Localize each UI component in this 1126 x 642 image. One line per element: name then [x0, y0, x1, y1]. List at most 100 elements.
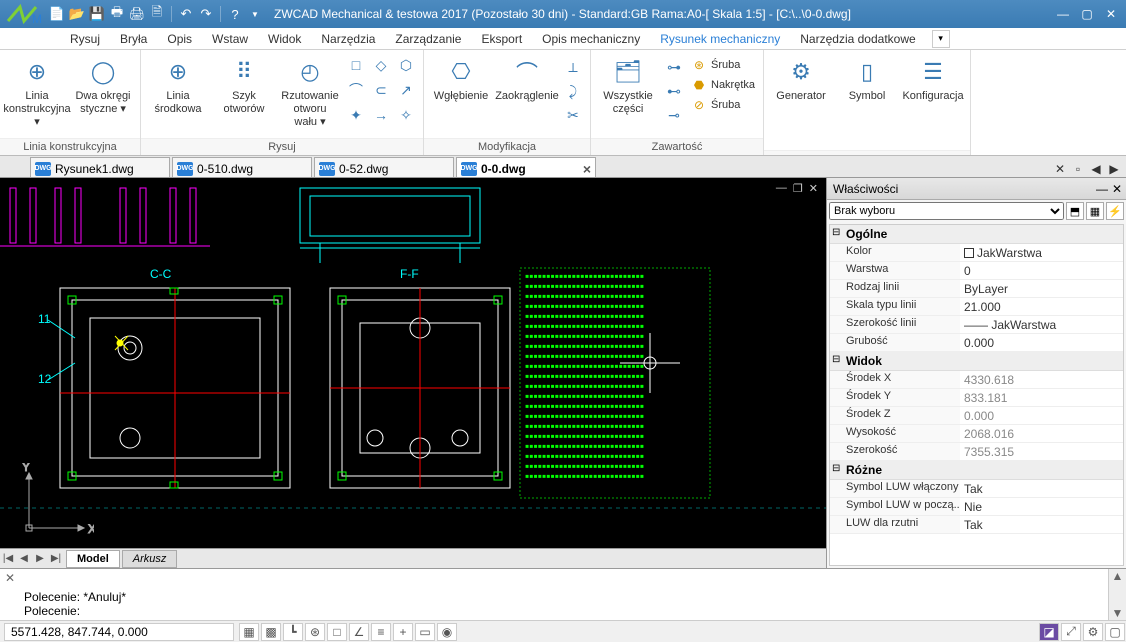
redo-icon[interactable]: ↷ [197, 5, 215, 23]
model-tab-last-icon[interactable]: ▶| [48, 551, 64, 567]
menu-narzędzia-dodatkowe[interactable]: Narzędzia dodatkowe [790, 29, 925, 49]
command-scrollbar[interactable]: ▲▼ [1108, 569, 1126, 620]
prop-row[interactable]: Środek X4330.618 [830, 371, 1123, 389]
doc-tab[interactable]: DWG0-510.dwg [172, 157, 312, 177]
ribbon-small-button[interactable]: ↗ [395, 79, 417, 101]
ribbon-small-button[interactable]: ✧ [395, 104, 417, 126]
menu-narzędzia[interactable]: Narzędzia [311, 29, 385, 49]
menu-eksport[interactable]: Eksport [471, 29, 532, 49]
tab-next-icon[interactable]: ▶ [1106, 161, 1122, 177]
doc-tab[interactable]: DWGRysunek1.dwg [30, 157, 170, 177]
model-button[interactable]: ▭ [415, 623, 435, 641]
prop-row[interactable]: Wysokość2068.016 [830, 425, 1123, 443]
menu-widok[interactable]: Widok [258, 29, 311, 49]
drawing-canvas[interactable]: — ❐ ✕ C-C [0, 178, 826, 568]
properties-grid[interactable]: OgólneKolorJakWarstwaWarstwa0Rodzaj lini… [829, 224, 1124, 566]
prop-row[interactable]: Symbol LUW włączonyTak [830, 480, 1123, 498]
tab-close-icon[interactable]: × [583, 161, 591, 177]
selection-dropdown[interactable]: Brak wyboru [829, 202, 1064, 220]
prop-row[interactable]: Rodzaj liniiByLayer [830, 280, 1123, 298]
quick-select-icon[interactable]: ⚡ [1106, 202, 1124, 220]
model-tab-next-icon[interactable]: ▶ [32, 551, 48, 567]
layout-tab-model[interactable]: Model [66, 550, 120, 568]
viewport-minimize-icon[interactable]: — [776, 182, 787, 195]
command-line[interactable]: ✕ Polecenie: *Anuluj*Polecenie: ▲▼ [0, 568, 1126, 620]
preview-icon[interactable]: 🗎 [148, 5, 166, 23]
coordinates-display[interactable]: 5571.428, 847.744, 0.000 [4, 623, 234, 641]
menu-rysunek-mechaniczny[interactable]: Rysunek mechaniczny [650, 29, 790, 49]
menu-wstaw[interactable]: Wstaw [202, 29, 258, 49]
tab-new-icon[interactable]: ▫ [1070, 161, 1086, 177]
menu-opis-mechaniczny[interactable]: Opis mechaniczny [532, 29, 650, 49]
lwt-button[interactable]: ≡ [371, 623, 391, 641]
ribbon-small-button[interactable]: ⊂ [370, 79, 392, 101]
prop-value[interactable]: 2068.016 [960, 425, 1123, 442]
status-extra1-icon[interactable]: ◪ [1039, 623, 1059, 641]
prop-section-header[interactable]: Ogólne [830, 225, 1123, 244]
prop-value[interactable]: 7355.315 [960, 443, 1123, 460]
panel-close-icon[interactable]: ✕ [1112, 182, 1122, 196]
status-clean-icon[interactable]: ▢ [1105, 623, 1125, 641]
pickadd-icon[interactable]: ⬒ [1066, 202, 1084, 220]
maximize-button[interactable]: ▢ [1076, 5, 1098, 23]
ribbon-small-button[interactable]: □ [345, 54, 367, 76]
prop-row[interactable]: Środek Z0.000 [830, 407, 1123, 425]
prop-value[interactable]: ByLayer [960, 280, 1123, 297]
ribbon-small-button[interactable]: ⌒ [345, 79, 367, 101]
prop-value[interactable]: Nie [960, 498, 1123, 515]
ribbon-small-button[interactable]: ⬡ [395, 54, 417, 76]
prop-row[interactable]: Symbol LUW w począ...Nie [830, 498, 1123, 516]
qat-dropdown-icon[interactable]: ▼ [246, 5, 264, 23]
new-icon[interactable]: 📄 [48, 5, 66, 23]
ribbon-wszystkie-cz-ci[interactable]: 🗂Wszystkie części [597, 54, 659, 118]
ribbon-rzutowanie-otworu-wa-u-[interactable]: ◴Rzutowanie otworu wału ▾ [279, 54, 341, 132]
ribbon-śruba[interactable]: ⊛Śruba [689, 56, 757, 74]
menu-overflow-icon[interactable]: ▾ [932, 30, 950, 48]
viewport-close-icon[interactable]: ✕ [809, 182, 818, 195]
menu-bryła[interactable]: Bryła [110, 29, 157, 49]
ribbon-small-button[interactable]: ✦ [345, 104, 367, 126]
prop-value[interactable]: Tak [960, 480, 1123, 497]
prop-row[interactable]: Skala typu linii21.000 [830, 298, 1123, 316]
select-objects-icon[interactable]: ▦ [1086, 202, 1104, 220]
prop-row[interactable]: Warstwa0 [830, 262, 1123, 280]
prop-value[interactable]: 0.000 [960, 407, 1123, 424]
ribbon-konfiguracja[interactable]: ☰Konfiguracja [902, 54, 964, 105]
open-icon[interactable]: 📂 [68, 5, 86, 23]
ribbon-linia-konstrukcyjna-[interactable]: ⊕Linia konstrukcyjna ▾ [6, 54, 68, 132]
model-tab-first-icon[interactable]: |◀ [0, 551, 16, 567]
ribbon-generator[interactable]: ⚙Generator [770, 54, 832, 105]
otrack-button[interactable]: ∠ [349, 623, 369, 641]
command-close-icon[interactable]: ✕ [0, 569, 20, 620]
prop-value[interactable]: —— JakWarstwa [960, 316, 1123, 333]
saveas-icon[interactable]: 🖶 [108, 5, 126, 23]
help-icon[interactable]: ? [226, 5, 244, 23]
ribbon-wg-bienie[interactable]: ⎔Wgłębienie [430, 54, 492, 105]
ribbon-zaokr-glenie[interactable]: ⌒Zaokrąglenie [496, 54, 558, 105]
ribbon-szyk-otwor-w[interactable]: ⠿Szyk otworów [213, 54, 275, 118]
tab-close-icon[interactable]: ✕ [1052, 161, 1068, 177]
tab-prev-icon[interactable]: ◀ [1088, 161, 1104, 177]
ribbon-small-button[interactable]: ⊶ [663, 56, 685, 78]
prop-value[interactable]: 4330.618 [960, 371, 1123, 388]
prop-value[interactable]: Tak [960, 516, 1123, 533]
prop-section-header[interactable]: Różne [830, 461, 1123, 480]
ribbon-small-button[interactable]: ◇ [370, 54, 392, 76]
ribbon-small-button[interactable]: ✂ [562, 104, 584, 126]
snap-button[interactable]: ▦ [239, 623, 259, 641]
undo-icon[interactable]: ↶ [177, 5, 195, 23]
prop-row[interactable]: Szerokość linii—— JakWarstwa [830, 316, 1123, 334]
prop-row[interactable]: Szerokość7355.315 [830, 443, 1123, 461]
ribbon-śruba[interactable]: ⊘Śruba [689, 96, 757, 114]
menu-opis[interactable]: Opis [157, 29, 202, 49]
status-settings-icon[interactable]: ⚙ [1083, 623, 1103, 641]
cycle-button[interactable]: ◉ [437, 623, 457, 641]
osnap-button[interactable]: □ [327, 623, 347, 641]
ribbon-small-button[interactable]: ⤸ [562, 80, 584, 102]
menu-zarządzanie[interactable]: Zarządzanie [385, 29, 471, 49]
grid-button[interactable]: ▩ [261, 623, 281, 641]
prop-row[interactable]: Środek Y833.181 [830, 389, 1123, 407]
prop-section-header[interactable]: Widok [830, 352, 1123, 371]
ribbon-nakrętka[interactable]: ⬣Nakrętka [689, 76, 757, 94]
dyn-button[interactable]: + [393, 623, 413, 641]
